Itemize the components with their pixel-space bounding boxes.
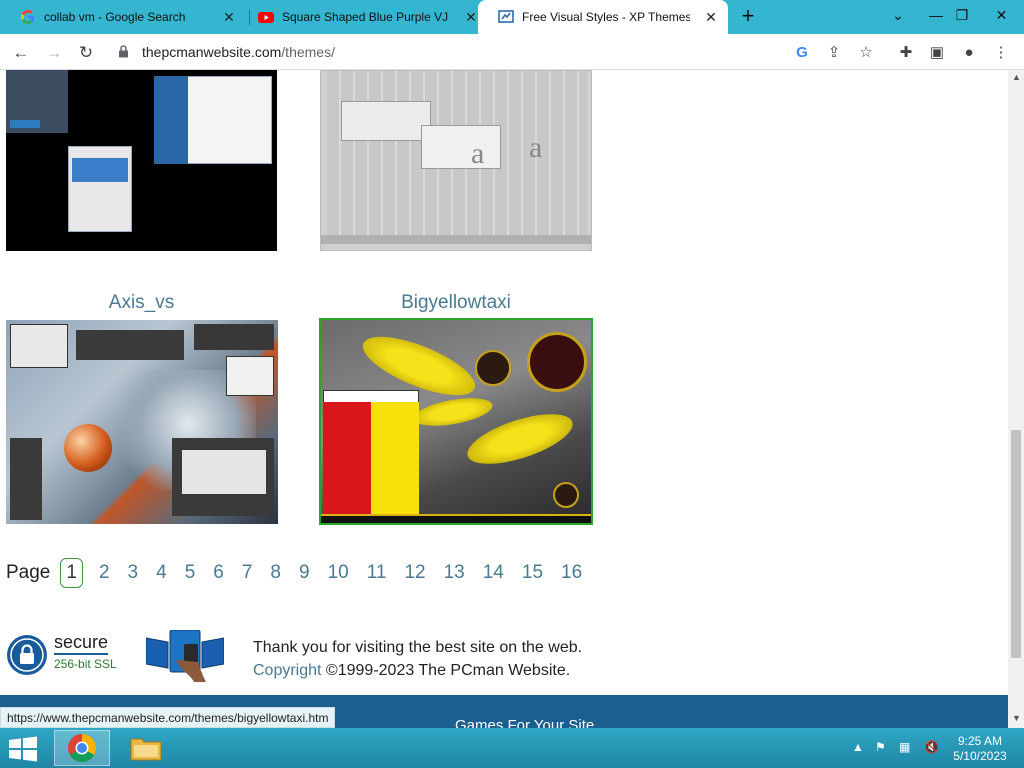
page-content: a a Axis_vs Bigyellowtaxi Page 1 2 3 4 5… (0, 70, 1008, 728)
page-label: Page (6, 562, 51, 583)
side-panel-icon[interactable]: ▣ (926, 42, 948, 64)
tab-title: Free Visual Styles - XP Themes - (522, 10, 690, 24)
page-scrollbar[interactable]: ▲ ▼ (1008, 70, 1024, 728)
scroll-thumb[interactable] (1011, 430, 1021, 658)
youtube-icon (258, 12, 274, 23)
browser-toolbar: ← → ↻ thepcmanwebsite.com/themes/ G ⇪ ☆ … (0, 34, 1024, 70)
site-icon (498, 10, 514, 23)
close-icon[interactable]: ✕ (220, 8, 238, 26)
copyright-link[interactable]: Copyright (253, 662, 321, 679)
clock-date: 5/10/2023 (953, 749, 1007, 763)
google-lens-icon[interactable]: G (792, 43, 812, 63)
scroll-down-arrow-icon[interactable]: ▼ (1012, 713, 1021, 723)
back-button[interactable]: ← (8, 40, 34, 66)
theme-thumbnail-bigyellowtaxi[interactable] (319, 318, 593, 525)
page-link[interactable]: 4 (154, 562, 169, 584)
chrome-icon (68, 734, 96, 762)
extensions-icon[interactable]: ✚ (895, 42, 917, 64)
restore-button[interactable]: ❐ (945, 0, 979, 30)
ssl-label: 256-bit SSL (54, 657, 117, 671)
page-link-current[interactable]: 1 (60, 558, 83, 588)
tab-strip: collab vm - Google Search ✕ Square Shape… (0, 0, 1024, 34)
url-path: /themes/ (281, 44, 335, 60)
tab-google-search[interactable]: collab vm - Google Search ✕ (0, 0, 246, 34)
secure-label: secure (54, 632, 109, 655)
tab-title: collab vm - Google Search (44, 10, 186, 24)
windows-start-icon[interactable] (8, 736, 38, 762)
pagination: Page 1 2 3 4 5 6 7 8 9 10 11 12 13 14 15… (6, 556, 591, 590)
google-icon (21, 10, 35, 24)
page-link[interactable]: 10 (326, 562, 351, 584)
address-bar[interactable]: thepcmanwebsite.com/themes/ G ⇪ ☆ (106, 37, 886, 67)
page-link[interactable]: 9 (297, 562, 312, 584)
folder-icon (130, 738, 162, 761)
url-domain: thepcmanwebsite.com (142, 44, 282, 60)
scroll-up-arrow-icon[interactable]: ▲ (1012, 72, 1021, 82)
page-link[interactable]: 2 (97, 562, 112, 584)
clock-time: 9:25 AM (957, 734, 1003, 748)
url-text: thepcmanwebsite.com/themes/ (142, 44, 335, 60)
page-link[interactable]: 5 (183, 562, 198, 584)
devices-illustration (146, 630, 224, 682)
profile-icon[interactable]: ● (958, 42, 980, 64)
system-clock[interactable]: 9:25 AM 5/10/2023 (952, 734, 1008, 764)
page-link[interactable]: 16 (559, 562, 584, 584)
action-center-icon[interactable]: ⚑ (875, 740, 886, 754)
show-hidden-icons-icon[interactable]: ▲ (852, 740, 864, 754)
footer-copyright: Copyright ©1999-2023 The PCman Website. (253, 662, 570, 680)
page-link[interactable]: 8 (268, 562, 283, 584)
footer-thanks: Thank you for visiting the best site on … (253, 639, 583, 656)
network-icon[interactable]: ▦ (899, 740, 910, 754)
page-link[interactable]: 14 (481, 562, 506, 584)
theme-thumbnail[interactable] (6, 70, 277, 251)
page-link[interactable]: 3 (126, 562, 141, 584)
close-icon[interactable]: ✕ (702, 8, 720, 26)
taskbar-chrome-button[interactable] (54, 730, 110, 766)
tab-youtube[interactable]: Square Shaped Blue Purple VJ Se ✕ (238, 0, 488, 34)
page-link[interactable]: 12 (402, 562, 427, 584)
taskbar-file-explorer-button[interactable] (118, 730, 174, 766)
taskbar: ▲ ⚑ ▦ 🔇 9:25 AM 5/10/2023 (0, 728, 1024, 768)
theme-thumbnail[interactable]: a a (320, 70, 592, 251)
copyright-text: ©1999-2023 The PCman Website. (321, 662, 571, 679)
bookmark-star-icon[interactable]: ☆ (856, 43, 876, 63)
theme-thumbnail-axis-vs[interactable] (6, 320, 278, 524)
new-tab-button[interactable]: + (736, 5, 760, 28)
tab-title: Square Shaped Blue Purple VJ Se (282, 10, 452, 24)
theme-title-axis-vs[interactable]: Axis_vs (6, 292, 277, 314)
forward-button[interactable]: → (41, 40, 67, 66)
secure-ssl-badge[interactable]: secure 256-bit SSL (6, 632, 126, 676)
games-heading[interactable]: Games For Your Site (455, 717, 594, 728)
theme-title-bigyellowtaxi[interactable]: Bigyellowtaxi (320, 292, 592, 314)
page-link[interactable]: 13 (442, 562, 467, 584)
tab-search-icon[interactable]: ⌄ (881, 0, 915, 30)
page-link[interactable]: 7 (240, 562, 255, 584)
reload-button[interactable]: ↻ (73, 40, 99, 66)
menu-icon[interactable]: ⋮ (990, 42, 1012, 64)
lock-icon[interactable] (118, 45, 129, 58)
page-link[interactable]: 15 (520, 562, 545, 584)
padlock-icon (7, 635, 47, 675)
page-link[interactable]: 11 (365, 562, 389, 584)
share-icon[interactable]: ⇪ (824, 43, 844, 63)
page-link[interactable]: 6 (211, 562, 226, 584)
volume-muted-icon[interactable]: 🔇 (924, 740, 939, 754)
close-window-button[interactable]: ✕ (979, 0, 1024, 30)
status-bar-url: https://www.thepcmanwebsite.com/themes/b… (0, 707, 336, 728)
tab-xp-themes[interactable]: Free Visual Styles - XP Themes - ✕ (478, 0, 728, 34)
